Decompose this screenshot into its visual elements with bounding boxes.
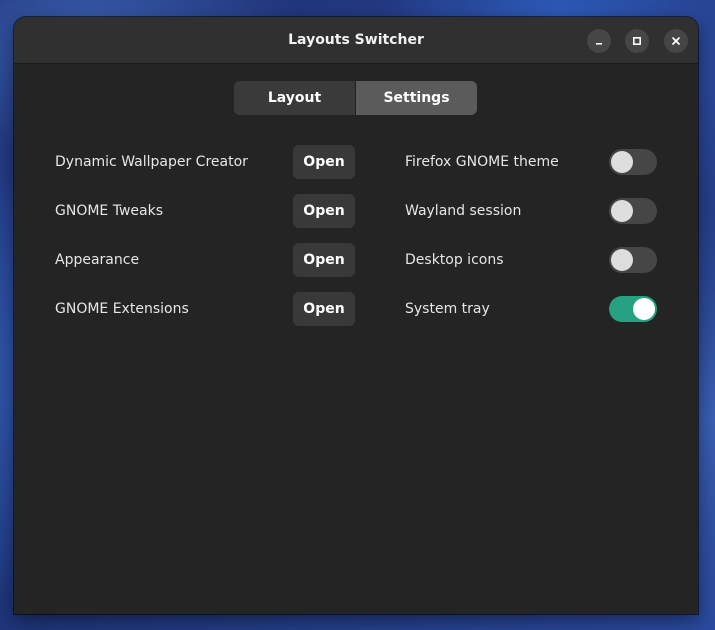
tab-settings[interactable]: Settings — [355, 81, 477, 115]
open-gnome-extensions-button[interactable]: Open — [293, 292, 355, 326]
open-gnome-tweaks-button[interactable]: Open — [293, 194, 355, 228]
desktop-icons-label: Desktop icons — [405, 252, 504, 268]
gnome-extensions-label: GNOME Extensions — [55, 301, 189, 317]
switch-knob — [611, 200, 633, 222]
system-tray-switch[interactable] — [609, 296, 657, 322]
maximize-button[interactable] — [625, 29, 649, 53]
wayland-session-label: Wayland session — [405, 203, 522, 219]
close-icon — [672, 37, 680, 45]
system-tray-label: System tray — [405, 301, 490, 317]
title-bar[interactable]: Layouts Switcher — [14, 17, 698, 64]
tab-layout[interactable]: Layout — [234, 81, 355, 115]
gnome-tweaks-label: GNOME Tweaks — [55, 203, 163, 219]
firefox-gnome-theme-label: Firefox GNOME theme — [405, 154, 559, 170]
open-dynamic-wallpaper-creator-button[interactable]: Open — [293, 145, 355, 179]
view-switcher: Layout Settings — [234, 81, 477, 115]
dynamic-wallpaper-creator-label: Dynamic Wallpaper Creator — [55, 154, 248, 170]
desktop-icons-switch[interactable] — [609, 247, 657, 273]
switch-knob — [611, 151, 633, 173]
appearance-label: Appearance — [55, 252, 140, 268]
switch-knob — [633, 298, 655, 320]
wayland-session-switch[interactable] — [609, 198, 657, 224]
app-window: Layouts Switcher Layout Settings Dynamic… — [14, 17, 698, 614]
firefox-gnome-theme-switch[interactable] — [609, 149, 657, 175]
open-appearance-button[interactable]: Open — [293, 243, 355, 277]
close-button[interactable] — [664, 29, 688, 53]
minimize-icon — [596, 43, 602, 45]
switch-knob — [611, 249, 633, 271]
minimize-button[interactable] — [587, 29, 611, 53]
maximize-icon — [632, 36, 642, 46]
